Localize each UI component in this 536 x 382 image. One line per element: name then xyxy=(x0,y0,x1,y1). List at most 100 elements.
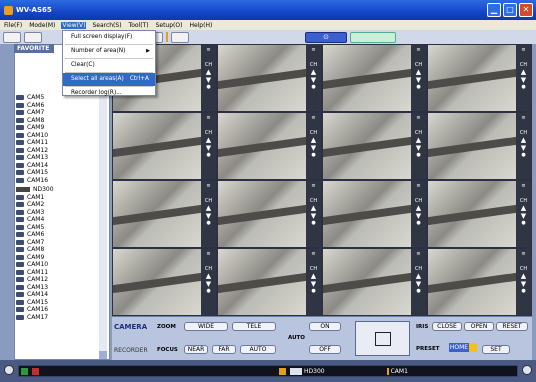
channel-down-icon[interactable]: ▼ xyxy=(516,76,531,84)
view-menu-icon[interactable]: ≡ xyxy=(516,183,531,189)
record-icon[interactable]: ● xyxy=(516,152,531,158)
channel-down-icon[interactable]: ▼ xyxy=(516,280,531,288)
view-menu-icon[interactable]: ≡ xyxy=(411,183,426,189)
camera-view[interactable]: ≡ CH ▲ ▼ ● xyxy=(428,249,531,315)
view-menu-icon[interactable]: ≡ xyxy=(516,47,531,53)
channel-up-icon[interactable]: ▲ xyxy=(306,68,321,76)
tree-item[interactable]: CAM11 xyxy=(16,269,108,277)
iris-close-button[interactable]: CLOSE xyxy=(432,322,462,331)
view-menu-icon[interactable]: ≡ xyxy=(201,251,216,257)
minimize-button[interactable]: ▁ xyxy=(487,3,501,17)
tree-item[interactable]: CAM5 xyxy=(16,224,108,232)
toolbar-monitor-button[interactable]: ⊙ xyxy=(305,31,347,43)
view-menu-icon[interactable]: ≡ xyxy=(306,251,321,257)
camera-view[interactable]: ≡ CH ▲ ▼ ● xyxy=(113,113,216,179)
preset-set-button[interactable]: SET xyxy=(482,345,510,354)
channel-down-icon[interactable]: ▼ xyxy=(201,76,216,84)
preset-dropdown-arrow-icon[interactable] xyxy=(469,343,477,352)
auto-off-button[interactable]: OFF xyxy=(309,345,341,354)
tree-item[interactable]: CAM9 xyxy=(16,124,108,132)
camera-view[interactable]: ≡ CH ▲ ▼ ● xyxy=(323,249,426,315)
channel-down-icon[interactable]: ▼ xyxy=(411,212,426,220)
tree-recorder[interactable]: ND300 xyxy=(16,186,108,194)
view-menu-icon[interactable]: ≡ xyxy=(201,115,216,121)
tab-camera[interactable]: CAMERA xyxy=(114,323,147,331)
camera-view[interactable]: ≡ CH ▲ ▼ ● xyxy=(218,45,321,111)
channel-down-icon[interactable]: ▼ xyxy=(306,280,321,288)
channel-down-icon[interactable]: ▼ xyxy=(411,144,426,152)
tree-item[interactable]: CAM7 xyxy=(16,109,108,117)
channel-down-icon[interactable]: ▼ xyxy=(516,144,531,152)
tree-item[interactable]: CAM8 xyxy=(16,117,108,125)
tree-item[interactable]: CAM13 xyxy=(16,284,108,292)
tree-item[interactable]: CAM13 xyxy=(16,154,108,162)
view-menu-icon[interactable]: ≡ xyxy=(306,183,321,189)
record-icon[interactable]: ● xyxy=(516,220,531,226)
tree-item[interactable]: CAM15 xyxy=(16,169,108,177)
channel-up-icon[interactable]: ▲ xyxy=(306,204,321,212)
tree-item[interactable]: CAM10 xyxy=(16,261,108,269)
record-icon[interactable]: ● xyxy=(411,152,426,158)
tree-item[interactable]: CAM14 xyxy=(16,162,108,170)
tab-recorder[interactable]: RECORDER xyxy=(114,347,148,354)
channel-up-icon[interactable]: ▲ xyxy=(516,136,531,144)
tree-item[interactable]: CAM10 xyxy=(16,132,108,140)
tree-item[interactable]: CAM17 xyxy=(16,314,108,322)
channel-down-icon[interactable]: ▼ xyxy=(201,212,216,220)
camera-view[interactable]: ≡ CH ▲ ▼ ● xyxy=(218,113,321,179)
pan-tilt-pad[interactable] xyxy=(355,321,410,356)
channel-up-icon[interactable]: ▲ xyxy=(411,272,426,280)
channel-down-icon[interactable]: ▼ xyxy=(411,280,426,288)
camera-view[interactable]: ≡ CH ▲ ▼ ● xyxy=(323,181,426,247)
menu-item-full-screen[interactable]: Full screen display(F) xyxy=(63,31,155,44)
channel-up-icon[interactable]: ▲ xyxy=(306,136,321,144)
view-menu-icon[interactable]: ≡ xyxy=(411,47,426,53)
record-icon[interactable]: ● xyxy=(306,84,321,90)
menu-item-number-of-area[interactable]: Number of area(N) ▶ xyxy=(63,45,155,58)
view-menu-icon[interactable]: ≡ xyxy=(411,251,426,257)
tree-item[interactable]: CAM7 xyxy=(16,239,108,247)
toolbar-layout-button[interactable] xyxy=(350,31,396,43)
channel-up-icon[interactable]: ▲ xyxy=(411,68,426,76)
maximize-button[interactable]: □ xyxy=(503,3,517,17)
tree-item[interactable]: CAM2 xyxy=(16,201,108,209)
channel-up-icon[interactable]: ▲ xyxy=(516,68,531,76)
menu-view[interactable]: View(V) xyxy=(61,21,87,29)
tree-item[interactable]: CAM15 xyxy=(16,299,108,307)
menu-file[interactable]: File(F) xyxy=(3,22,23,29)
menu-setup[interactable]: Setup(O) xyxy=(155,22,184,29)
camera-view[interactable]: ≡ CH ▲ ▼ ● xyxy=(218,181,321,247)
tree-item[interactable]: CAM9 xyxy=(16,254,108,262)
menu-help[interactable]: Help(H) xyxy=(188,22,213,29)
camera-view[interactable]: ≡ CH ▲ ▼ ● xyxy=(218,249,321,315)
tree-item[interactable]: CAM11 xyxy=(16,139,108,147)
view-menu-icon[interactable]: ≡ xyxy=(306,47,321,53)
channel-down-icon[interactable]: ▼ xyxy=(306,212,321,220)
record-icon[interactable]: ● xyxy=(411,288,426,294)
iris-reset-button[interactable]: RESET xyxy=(496,322,528,331)
toolbar-search-button[interactable] xyxy=(3,31,21,43)
tree-item[interactable]: CAM12 xyxy=(16,147,108,155)
camera-view[interactable]: ≡ CH ▲ ▼ ● xyxy=(113,249,216,315)
status-right-button[interactable] xyxy=(522,365,532,375)
camera-view[interactable]: ≡ CH ▲ ▼ ● xyxy=(428,113,531,179)
view-menu-icon[interactable]: ≡ xyxy=(201,47,216,53)
channel-up-icon[interactable]: ▲ xyxy=(201,136,216,144)
channel-down-icon[interactable]: ▼ xyxy=(201,144,216,152)
record-icon[interactable]: ● xyxy=(201,220,216,226)
tree-item[interactable]: CAM12 xyxy=(16,276,108,284)
record-icon[interactable]: ● xyxy=(516,84,531,90)
channel-down-icon[interactable]: ▼ xyxy=(516,212,531,220)
camera-view[interactable]: ≡ CH ▲ ▼ ● xyxy=(428,181,531,247)
camera-view[interactable]: ≡ CH ▲ ▼ ● xyxy=(428,45,531,111)
view-menu-icon[interactable]: ≡ xyxy=(516,115,531,121)
record-icon[interactable]: ● xyxy=(201,152,216,158)
view-menu-icon[interactable]: ≡ xyxy=(201,183,216,189)
channel-down-icon[interactable]: ▼ xyxy=(201,280,216,288)
channel-up-icon[interactable]: ▲ xyxy=(306,272,321,280)
preset-select[interactable]: HOME xyxy=(449,343,469,352)
record-icon[interactable]: ● xyxy=(516,288,531,294)
camera-view[interactable]: ≡ CH ▲ ▼ ● xyxy=(323,113,426,179)
zoom-wide-button[interactable]: WIDE xyxy=(184,322,228,331)
tree-item[interactable]: CAM6 xyxy=(16,102,108,110)
